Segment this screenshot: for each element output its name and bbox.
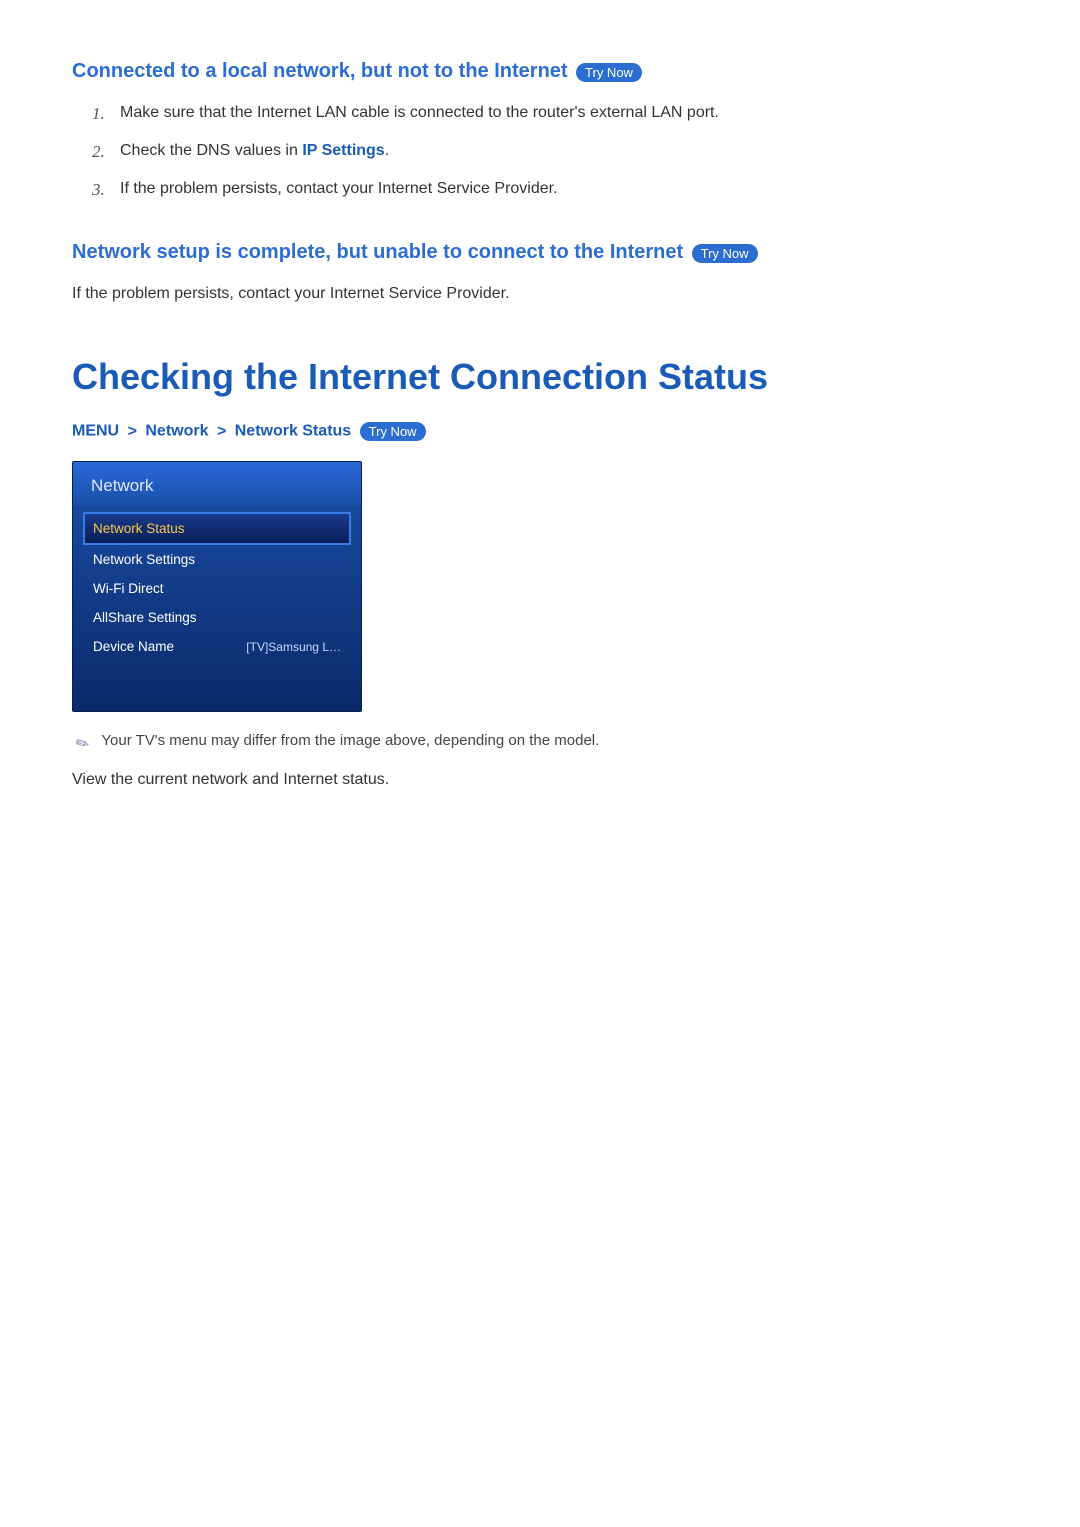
menu-item-label: Device Name — [93, 639, 174, 654]
page-title: Checking the Internet Connection Status — [72, 356, 1020, 398]
menu-panel-title: Network — [73, 462, 361, 506]
section1-list: 1. Make sure that the Internet LAN cable… — [72, 101, 1020, 201]
menu-item-device-name[interactable]: Device Name [TV]Samsung L… — [85, 632, 349, 661]
menu-items: Network Status Network Settings Wi-Fi Di… — [73, 506, 361, 711]
try-now-badge-3[interactable]: Try Now — [360, 422, 426, 441]
list-number: 1. — [92, 101, 105, 127]
section2-para: If the problem persists, contact your In… — [72, 282, 1020, 306]
list-text: Check the DNS values in — [120, 142, 302, 159]
list-text-suffix: . — [385, 142, 389, 159]
network-menu-panel: Network Network Status Network Settings … — [72, 461, 362, 712]
menu-item-allshare-settings[interactable]: AllShare Settings — [85, 603, 349, 632]
breadcrumb: MENU > Network > Network Status Try Now — [72, 422, 1020, 441]
note-row: ✎ Your TV's menu may differ from the ima… — [72, 732, 1020, 754]
note-text: Your TV's menu may differ from the image… — [101, 732, 599, 749]
menu-item-label: Wi-Fi Direct — [93, 581, 164, 596]
chevron-right-icon: > — [217, 423, 226, 440]
menu-item-wifi-direct[interactable]: Wi-Fi Direct — [85, 574, 349, 603]
menu-item-network-status[interactable]: Network Status — [83, 512, 351, 545]
description-text: View the current network and Internet st… — [72, 768, 1020, 792]
menu-item-label: Network Settings — [93, 552, 195, 567]
menu-item-value: [TV]Samsung L… — [246, 640, 341, 654]
breadcrumb-network[interactable]: Network — [145, 423, 208, 440]
breadcrumb-menu[interactable]: MENU — [72, 423, 119, 440]
menu-item-label: Network Status — [93, 521, 185, 536]
ip-settings-link[interactable]: IP Settings — [302, 142, 384, 159]
list-item: 1. Make sure that the Internet LAN cable… — [92, 101, 1020, 125]
list-item: 2. Check the DNS values in IP Settings. — [92, 139, 1020, 163]
list-item: 3. If the problem persists, contact your… — [92, 177, 1020, 201]
list-text: If the problem persists, contact your In… — [120, 180, 558, 197]
list-number: 3. — [92, 177, 105, 203]
chevron-right-icon: > — [128, 423, 137, 440]
section2-title: Network setup is complete, but unable to… — [72, 241, 683, 263]
menu-item-label: AllShare Settings — [93, 610, 197, 625]
breadcrumb-network-status[interactable]: Network Status — [235, 423, 351, 440]
try-now-badge-1[interactable]: Try Now — [576, 63, 642, 82]
try-now-badge-2[interactable]: Try Now — [692, 244, 758, 263]
section1-header: Connected to a local network, but not to… — [72, 60, 1020, 83]
section1-title: Connected to a local network, but not to… — [72, 60, 568, 82]
pencil-icon: ✎ — [72, 732, 94, 756]
list-number: 2. — [92, 139, 105, 165]
list-text: Make sure that the Internet LAN cable is… — [120, 104, 719, 121]
section2-header: Network setup is complete, but unable to… — [72, 241, 1020, 264]
menu-item-network-settings[interactable]: Network Settings — [85, 545, 349, 574]
